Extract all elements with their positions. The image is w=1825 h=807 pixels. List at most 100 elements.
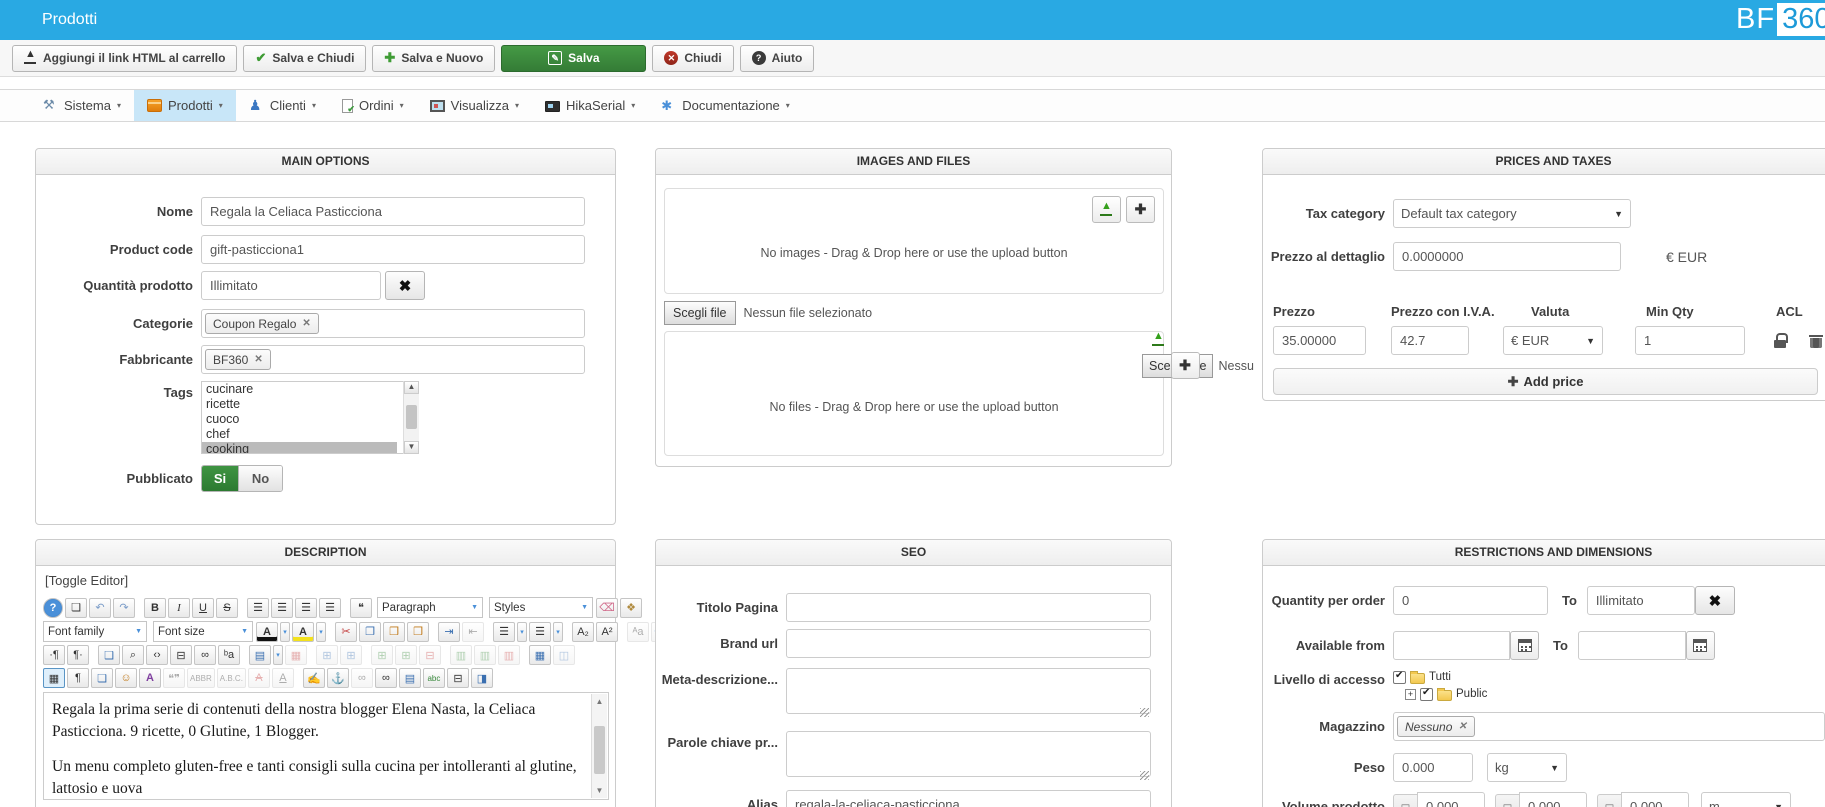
- table-edit-icon[interactable]: ▤: [249, 645, 271, 665]
- style-properties-icon[interactable]: A: [139, 668, 161, 688]
- add-price-button[interactable]: ✚ Add price: [1273, 368, 1818, 395]
- tax-category-select[interactable]: Default tax category ▼: [1393, 199, 1631, 228]
- new-document-icon[interactable]: ❏: [65, 597, 87, 618]
- delete-price-icon[interactable]: [1809, 333, 1823, 348]
- fullscreen-icon[interactable]: ❑: [98, 645, 120, 665]
- volume-z-input[interactable]: [1621, 792, 1689, 807]
- indent-icon[interactable]: ⇥: [438, 621, 460, 642]
- insert-table-icon[interactable]: ▦: [529, 645, 551, 665]
- show-blocks-icon[interactable]: ¶: [67, 668, 89, 688]
- print-icon[interactable]: ⊟: [170, 645, 192, 665]
- nome-input[interactable]: [201, 197, 585, 226]
- find-icon[interactable]: ∞: [194, 645, 216, 665]
- magazzino-field[interactable]: Nessuno ✕: [1393, 712, 1825, 741]
- cleanup-icon[interactable]: ❖: [620, 597, 642, 618]
- tag-option-chef[interactable]: chef: [202, 427, 397, 442]
- editor-scrollbar[interactable]: ▲ ▼: [591, 694, 607, 798]
- available-from-input[interactable]: [1393, 631, 1510, 660]
- highlight-caret-icon[interactable]: ▾: [316, 621, 326, 642]
- cell-properties-icon[interactable]: ⊞: [340, 645, 362, 665]
- rtl-icon[interactable]: ¶·: [67, 645, 89, 665]
- save-and-close-button[interactable]: ✔ Salva e Chiudi: [243, 44, 367, 72]
- align-left-icon[interactable]: ☰: [295, 597, 317, 618]
- brand-url-input[interactable]: [786, 629, 1151, 658]
- scroll-up-icon[interactable]: ▲: [404, 381, 419, 394]
- tag-option-ricette[interactable]: ricette: [202, 397, 397, 412]
- choose-file2-button-left[interactable]: Sce: [1142, 353, 1173, 378]
- retail-price-input[interactable]: [1393, 242, 1621, 271]
- min-qty-input[interactable]: [1635, 326, 1745, 355]
- quantity-min-input[interactable]: [1393, 586, 1548, 615]
- save-and-new-button[interactable]: ✚ Salva e Nuovo: [372, 44, 496, 72]
- eraser-icon[interactable]: ⌫: [596, 597, 618, 618]
- fabbricante-field[interactable]: BF360 ✕: [201, 345, 585, 374]
- parole-chiave-textarea[interactable]: [786, 731, 1151, 777]
- table-delete-icon[interactable]: ▦: [285, 645, 307, 665]
- volume-unit-select[interactable]: m ▼: [1701, 792, 1791, 807]
- anchor-icon[interactable]: ⚓: [326, 668, 349, 688]
- delete-row-icon[interactable]: ⊟: [419, 645, 441, 665]
- row-properties-icon[interactable]: ⊞: [316, 645, 338, 665]
- add-file-button[interactable]: ✚: [1170, 352, 1200, 379]
- checkbox-checked-icon[interactable]: [1420, 687, 1433, 701]
- tags-listbox[interactable]: cucinare ricette cuoco chef cooking: [201, 381, 418, 454]
- scrollbar-thumb[interactable]: [406, 405, 417, 429]
- save-button[interactable]: ✎ Salva: [501, 44, 647, 72]
- scroll-up-icon[interactable]: ▲: [592, 696, 607, 707]
- ordered-list-caret-icon[interactable]: ▾: [517, 621, 527, 642]
- link-icon[interactable]: ∞: [374, 668, 397, 688]
- text-color-icon[interactable]: A: [256, 621, 278, 642]
- tree-expand-icon[interactable]: +: [1405, 688, 1416, 700]
- help-button[interactable]: ? Aiuto: [739, 44, 815, 72]
- align-justify-icon[interactable]: ☰: [247, 597, 269, 618]
- copy-icon[interactable]: ❐: [359, 621, 381, 642]
- menu-item-ordini[interactable]: Ordini ▾: [329, 90, 417, 121]
- product-code-input[interactable]: [201, 235, 585, 264]
- align-right-icon[interactable]: ☰: [319, 597, 341, 618]
- page-break-icon[interactable]: ❏: [91, 668, 113, 688]
- tag-option-cucinare[interactable]: cucinare: [202, 382, 397, 397]
- insert-hr-icon[interactable]: ⊟: [446, 668, 469, 688]
- superscript-icon[interactable]: A²: [596, 621, 618, 642]
- meta-descrizione-textarea[interactable]: [786, 668, 1151, 714]
- strikethrough-icon[interactable]: S: [216, 597, 238, 618]
- outdent-icon[interactable]: ⇤: [462, 621, 484, 642]
- ltr-icon[interactable]: ·¶: [43, 645, 65, 665]
- prezzo-iva-input[interactable]: [1391, 326, 1469, 355]
- font-size-select[interactable]: Font size ▼: [153, 621, 253, 642]
- menu-item-prodotti[interactable]: Prodotti ▾: [133, 90, 236, 121]
- styles-select[interactable]: Styles ▼: [489, 597, 593, 618]
- quantity-max-input[interactable]: [1586, 586, 1695, 615]
- visual-aid-icon[interactable]: ▦: [43, 668, 65, 688]
- peso-input[interactable]: [1393, 753, 1473, 782]
- insert-col-after-icon[interactable]: ▥: [474, 645, 496, 665]
- delete-col-icon[interactable]: ▥: [498, 645, 520, 665]
- fabbricante-chip[interactable]: BF360 ✕: [205, 349, 271, 370]
- underline-icon[interactable]: U: [192, 597, 214, 618]
- quotation-icon[interactable]: ❝❞: [163, 668, 185, 688]
- bullet-list-caret-icon[interactable]: ▾: [553, 621, 563, 642]
- images-dropzone[interactable]: ✚ No images - Drag & Drop here or use th…: [664, 188, 1164, 294]
- prezzo-input[interactable]: [1273, 326, 1366, 355]
- available-from-calendar-button[interactable]: [1510, 631, 1539, 660]
- help-icon[interactable]: ?: [43, 597, 63, 618]
- menu-item-sistema[interactable]: Sistema ▾: [30, 90, 134, 121]
- image-icon[interactable]: ▤: [398, 668, 421, 688]
- redo-icon[interactable]: ↷: [113, 597, 135, 618]
- choose-file2-button-right[interactable]: e: [1197, 353, 1213, 378]
- paste-as-text-icon[interactable]: ❒: [407, 621, 429, 642]
- insert-col-before-icon[interactable]: ▥: [450, 645, 472, 665]
- toggle-editor-link[interactable]: [Toggle Editor]: [45, 573, 128, 588]
- unlink-icon[interactable]: ∞: [350, 668, 373, 688]
- scroll-down-icon[interactable]: ▼: [592, 785, 607, 796]
- menu-item-documentazione[interactable]: Documentazione ▾: [648, 90, 803, 121]
- close-button[interactable]: ✕ Chiudi: [652, 44, 734, 72]
- attributes-icon[interactable]: ✍: [302, 668, 325, 688]
- peso-unit-select[interactable]: kg ▼: [1487, 753, 1567, 782]
- bullet-list-icon[interactable]: ☰: [529, 621, 551, 642]
- available-to-input[interactable]: [1577, 631, 1686, 660]
- paste-icon[interactable]: ❒: [383, 621, 405, 642]
- access-node-public[interactable]: + Public: [1405, 687, 1487, 701]
- menu-item-hikaserial[interactable]: HikaSerial ▾: [532, 90, 648, 121]
- font-family-select[interactable]: Font family ▼: [43, 621, 147, 642]
